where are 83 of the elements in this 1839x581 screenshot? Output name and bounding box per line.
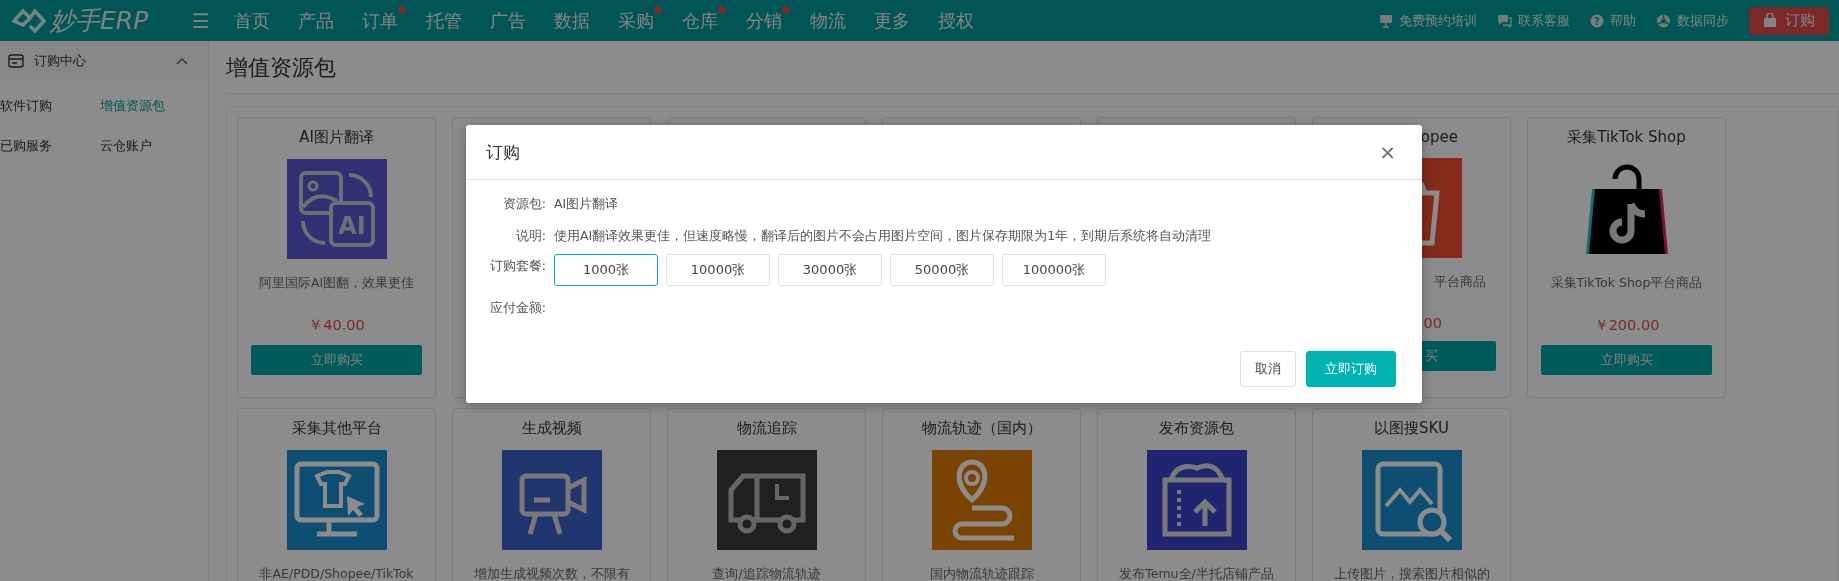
bag-icon [1763, 13, 1777, 28]
monitor-icon [286, 450, 387, 550]
plan-option[interactable]: 50000张 [890, 254, 994, 286]
nav-item[interactable]: 数据 [549, 8, 594, 33]
menu-icon[interactable]: ☰ [192, 8, 210, 33]
nav-item[interactable]: 分销 [741, 8, 786, 33]
card-title: AI图片翻译 [299, 128, 374, 147]
sync-icon [1656, 13, 1671, 28]
card-title: 物流追踪 [736, 419, 797, 438]
cancel-button[interactable]: 取消 [1240, 351, 1296, 387]
card-title: 采集其他平台 [291, 419, 382, 438]
package-description: 使用AI翻译效果更佳，但速度略慢，翻译后的图片不会占用图片空间，图片保存期限为1年，到期后系统将自动清理 [554, 227, 1212, 245]
image-search-icon [1361, 450, 1462, 550]
card-description: 采集TikTok Shop平台商品 [1549, 275, 1704, 292]
card-description: 非AE/PDD/Shopee/TikTok [258, 566, 415, 581]
sidebar-item[interactable]: 云仓账户 [100, 137, 200, 155]
nav-item[interactable]: 托管 [421, 8, 466, 33]
logo[interactable]: 妙手ERP [0, 4, 182, 37]
card-description: 查询/追踪物流轨迹 [711, 566, 822, 581]
nav-item[interactable]: 授权 [933, 8, 978, 33]
sidebar-item[interactable]: 增值资源包 [100, 97, 200, 115]
nav-item[interactable]: 采购 [613, 8, 658, 33]
card-icon [8, 54, 24, 68]
buy-button[interactable]: 立即购买 [1541, 345, 1712, 375]
nav-item[interactable]: 仓库 [677, 8, 722, 33]
field-label: 说明: [514, 227, 546, 245]
card-description: 增加生成视频次数，不限有 [472, 566, 631, 581]
nav-item[interactable]: 物流 [805, 8, 850, 33]
card-title: 生成视频 [521, 419, 582, 438]
folder-upload-icon [1146, 450, 1247, 550]
video-camera-icon [501, 450, 602, 550]
close-button[interactable]: × [1373, 139, 1402, 165]
package-name: AI图片翻译 [554, 195, 619, 213]
top-link[interactable]: 数据同步 [1656, 11, 1729, 30]
sidebar-item[interactable]: 软件订购 [0, 97, 100, 115]
dialog-title: 订购 [486, 140, 520, 164]
sidebar-title: 订购中心 [34, 52, 86, 70]
field-label: 资源包: [501, 195, 546, 213]
card-title: 以图搜SKU [1374, 419, 1449, 438]
plan-option[interactable]: 100000张 [1002, 254, 1106, 286]
plan-option[interactable]: 10000张 [666, 254, 770, 286]
buy-button[interactable]: 立即购买 [251, 345, 422, 375]
monitor-icon [1379, 13, 1393, 28]
nav-item[interactable]: 产品 [293, 8, 338, 33]
card-price: ￥200.00 [1593, 316, 1660, 335]
link-label: 免费预约培训 [1399, 11, 1477, 30]
card-title: opee [1420, 128, 1458, 146]
card-description: 平台商品 [1434, 274, 1486, 291]
truck-icon [716, 450, 817, 550]
card-price: 00 [1423, 315, 1442, 331]
image-translate-icon: AI [286, 159, 387, 259]
card-title: 采集TikTok Shop [1567, 128, 1686, 147]
map-pin-icon [931, 450, 1032, 550]
logo-text: 妙手ERP [50, 5, 149, 37]
nav-item[interactable]: 广告 [485, 8, 530, 33]
field-label: 订购套餐: [488, 258, 546, 275]
chat-icon [1497, 13, 1512, 28]
top-link[interactable]: 联系客服 [1497, 11, 1570, 30]
link-label: 联系客服 [1518, 11, 1570, 30]
sidebar-item[interactable]: 已购服务 [0, 137, 100, 155]
logo-icon [12, 6, 46, 35]
order-button[interactable]: 订购 [1749, 6, 1829, 35]
card-title: 发布资源包 [1159, 419, 1234, 438]
nav-item[interactable]: 首页 [229, 8, 274, 33]
card-description: 上传图片，搜索图片相似的 [1332, 566, 1491, 581]
card-description: 发布Temu全/半托店铺产品 [1118, 566, 1275, 581]
top-link[interactable]: 免费预约培训 [1379, 11, 1477, 30]
card-price: ￥40.00 [308, 316, 365, 335]
help-icon: ? [1590, 13, 1604, 28]
nav-item[interactable]: 订单 [357, 8, 402, 33]
confirm-button[interactable]: 立即订购 [1306, 351, 1396, 387]
top-link[interactable]: ? 帮助 [1590, 11, 1636, 30]
link-label: 帮助 [1610, 11, 1636, 30]
card-title: 物流轨迹（国内） [921, 419, 1042, 438]
link-label: 数据同步 [1677, 11, 1729, 30]
card-description: 阿里国际AI图翻，效果更佳 [257, 275, 416, 292]
plan-option[interactable]: 1000张 [554, 254, 658, 286]
sidebar-header[interactable]: 订购中心 [0, 41, 208, 81]
page-title: 增值资源包 [226, 41, 1839, 94]
plan-option[interactable]: 30000张 [778, 254, 882, 286]
nav-item[interactable]: 更多 [869, 8, 914, 33]
field-label: 应付金额: [488, 299, 546, 317]
card-description: 国内物流轨迹跟踪 [928, 566, 1035, 581]
